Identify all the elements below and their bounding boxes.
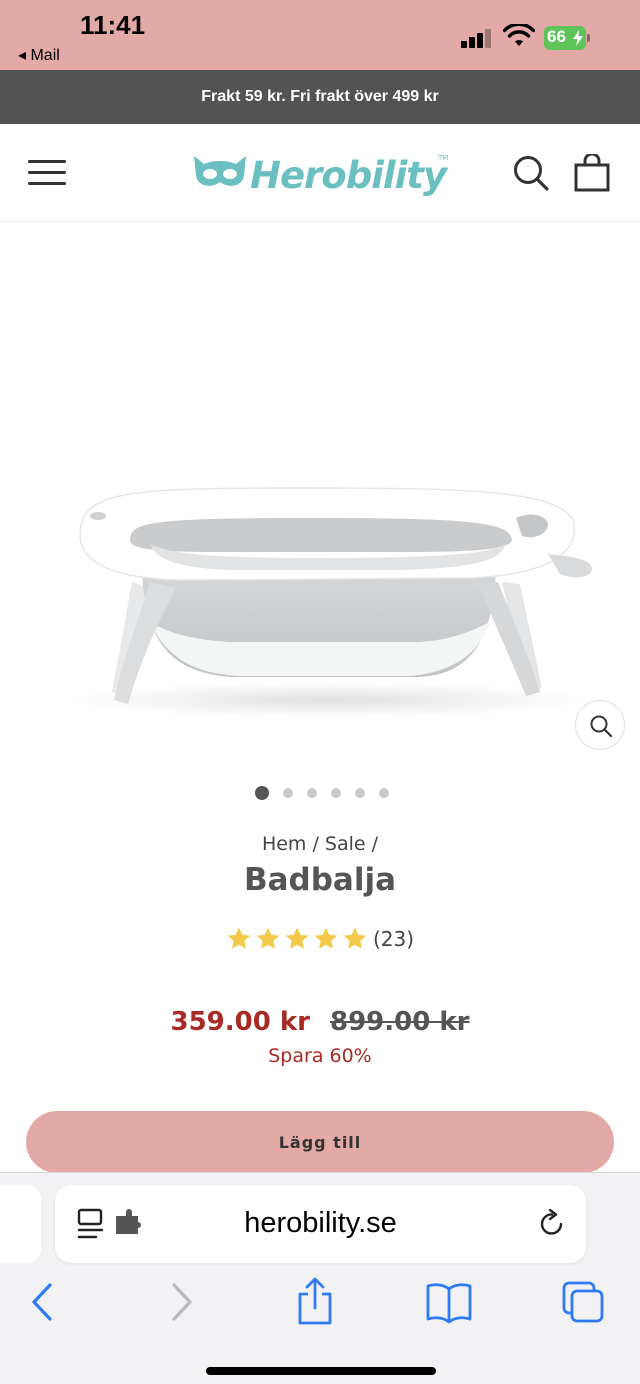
- sale-price: 359.00 kr: [170, 1007, 311, 1037]
- bookmarks-icon[interactable]: [424, 1277, 474, 1327]
- browser-toolbar: herobility.se: [0, 1172, 640, 1384]
- carousel-dot[interactable]: [331, 788, 341, 798]
- product-title: Badbalja: [243, 862, 397, 898]
- star-icon: [227, 927, 251, 949]
- bathtub-illustration: [70, 487, 592, 718]
- status-time: 11:41: [80, 10, 146, 40]
- carousel-dot[interactable]: [307, 788, 317, 798]
- mask-logo-icon: [194, 156, 246, 186]
- review-count[interactable]: (23): [373, 927, 414, 951]
- search-icon[interactable]: [512, 154, 550, 192]
- wifi-icon: [503, 24, 535, 46]
- star-icon: [343, 927, 367, 949]
- status-bar: 11:41 ◂ Mail 66: [0, 0, 640, 70]
- cellular-signal-icon: [461, 28, 493, 48]
- savings-label: Spara 60%: [268, 1045, 372, 1067]
- share-icon[interactable]: [290, 1277, 340, 1327]
- herobility-logo[interactable]: Herobility TM: [192, 150, 450, 198]
- star-icon: [285, 927, 309, 949]
- carousel-dot[interactable]: [355, 788, 365, 798]
- carousel-dot[interactable]: [255, 786, 269, 800]
- tabs-icon[interactable]: [558, 1277, 608, 1327]
- star-icon: [314, 927, 338, 949]
- charging-bolt-icon: [573, 30, 583, 46]
- shopping-bag-icon[interactable]: [574, 154, 610, 192]
- carousel-dot[interactable]: [283, 788, 293, 798]
- shipping-announcement: Frakt 59 kr. Fri frakt över 499 kr: [0, 70, 640, 124]
- original-price: 899.00 kr: [330, 1007, 470, 1037]
- battery-icon: 66: [544, 26, 590, 50]
- logo-wordmark: Herobility: [250, 154, 447, 197]
- forward-arrow-icon[interactable]: [156, 1277, 206, 1327]
- url-text[interactable]: herobility.se: [55, 1207, 586, 1240]
- product-rating[interactable]: (23): [0, 926, 640, 952]
- battery-level: 66: [547, 27, 566, 46]
- back-arrow-icon[interactable]: [18, 1277, 68, 1327]
- previous-tab-preview[interactable]: [0, 1185, 41, 1263]
- menu-icon[interactable]: [28, 158, 68, 188]
- image-carousel-dots: [0, 785, 640, 801]
- star-icon: [256, 927, 280, 949]
- home-indicator[interactable]: [206, 1367, 436, 1375]
- address-bar[interactable]: herobility.se: [55, 1185, 586, 1263]
- reload-icon[interactable]: [537, 1209, 567, 1239]
- browser-nav-row: [0, 1277, 640, 1327]
- zoom-button[interactable]: [575, 700, 625, 750]
- add-to-cart-button[interactable]: Lägg till: [26, 1111, 614, 1173]
- back-to-mail-link[interactable]: ◂ Mail: [18, 45, 60, 65]
- site-header: Herobility TM: [0, 124, 640, 222]
- price-block: 359.00 kr 899.00 kr: [0, 1007, 640, 1037]
- carousel-dot[interactable]: [379, 788, 389, 798]
- trademark-symbol: TM: [438, 154, 449, 162]
- breadcrumb[interactable]: Hem / Sale /: [0, 833, 640, 855]
- product-image[interactable]: [0, 222, 640, 762]
- zoom-magnifier-icon: [590, 715, 613, 738]
